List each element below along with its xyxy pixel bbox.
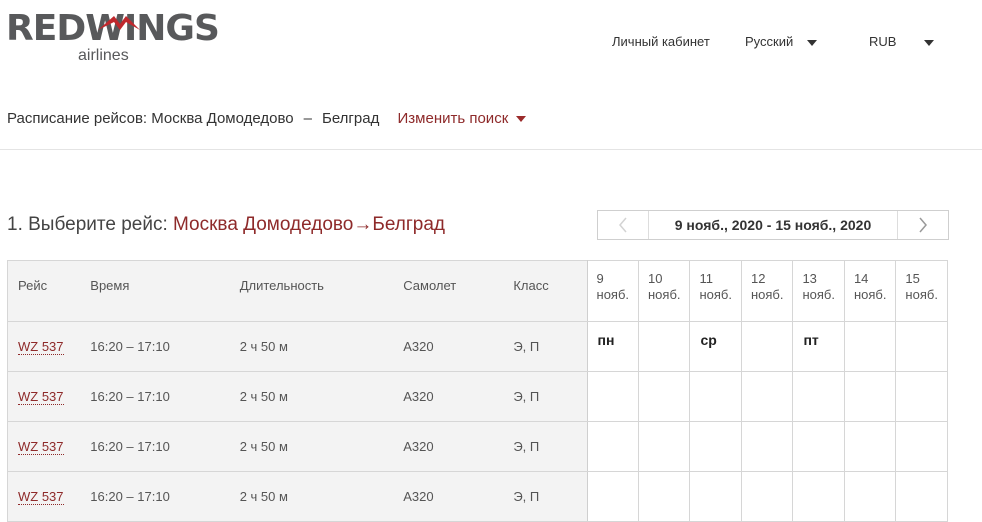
step-label: 1. Выберите рейс:: [7, 214, 168, 235]
header-class: Класс: [513, 260, 588, 322]
next-week-button[interactable]: [897, 211, 948, 239]
header-duration: Длительность: [239, 260, 404, 322]
day-cell[interactable]: [586, 471, 640, 522]
day-cell[interactable]: пн: [586, 321, 640, 372]
flight-number-link[interactable]: WZ 537: [18, 339, 64, 355]
header-day: 14 нояб.: [843, 260, 897, 322]
aircraft-cell: A320: [403, 421, 514, 472]
day-cell[interactable]: [740, 371, 794, 422]
logo-subtitle: airlines: [78, 47, 129, 64]
time-cell: 16:20 – 17:10: [90, 371, 240, 422]
wing-icon: [98, 16, 140, 30]
flight-number-link[interactable]: WZ 537: [18, 439, 64, 455]
class-cell: Э, П: [513, 421, 588, 472]
flight-number-link[interactable]: WZ 537: [18, 489, 64, 505]
time-cell: 16:20 – 17:10: [90, 321, 240, 372]
search-dash: –: [303, 110, 312, 127]
table-header-row: Рейс Время Длительность Самолет Класс 9н…: [7, 260, 948, 322]
header-day: 9 нояб.: [586, 260, 640, 322]
class-cell: Э, П: [513, 321, 588, 372]
search-summary: Расписание рейсов: Москва Домодедово – Бел…: [7, 110, 527, 127]
week-navigator: 9 нояб., 2020 - 15 нояб., 2020: [597, 210, 949, 240]
day-cell[interactable]: [843, 321, 897, 372]
day-cell[interactable]: [689, 421, 742, 472]
chevron-right-icon: [919, 217, 927, 233]
aircraft-cell: A320: [403, 371, 514, 422]
flight-cell[interactable]: WZ 537: [7, 421, 91, 472]
day-cell[interactable]: ср: [689, 321, 742, 372]
day-cell[interactable]: [637, 421, 691, 472]
language-label: Русский: [745, 34, 794, 49]
day-cell[interactable]: [637, 321, 691, 372]
day-cell[interactable]: [637, 371, 691, 422]
table-row[interactable]: WZ 537 16:20 – 17:10 2 ч 50 м A320 Э, П: [7, 471, 948, 522]
week-range: 9 нояб., 2020 - 15 нояб., 2020: [674, 217, 872, 233]
duration-cell: 2 ч 50 м: [239, 321, 404, 372]
day-cell[interactable]: [792, 471, 845, 522]
header-day: 10 нояб.: [637, 260, 691, 322]
day-cell[interactable]: пт: [792, 321, 845, 372]
table-row[interactable]: WZ 537 16:20 – 17:10 2 ч 50 м A320 Э, П: [7, 371, 948, 422]
change-search-button[interactable]: Изменить поиск: [398, 110, 527, 127]
day-cell[interactable]: [689, 471, 742, 522]
time-cell: 16:20 – 17:10: [90, 421, 240, 472]
flight-number-link[interactable]: WZ 537: [18, 389, 64, 405]
day-cell[interactable]: [586, 371, 640, 422]
header-day: 12 нояб.: [740, 260, 794, 322]
day-cell[interactable]: [740, 421, 794, 472]
header-day: 13 нояб.: [792, 260, 845, 322]
search-label: Расписание рейсов:: [7, 110, 148, 127]
table-row[interactable]: WZ 537 16:20 – 17:10 2 ч 50 м A320 Э, П …: [7, 321, 948, 372]
flight-cell[interactable]: WZ 537: [7, 471, 91, 522]
step-title: 1. Выберите рейс: Москва Домодедово→Белг…: [7, 214, 445, 236]
chevron-down-icon: [924, 39, 935, 46]
day-cell[interactable]: [792, 371, 845, 422]
day-cell[interactable]: [586, 421, 640, 472]
header-aircraft: Самолет: [403, 260, 514, 322]
flight-cell[interactable]: WZ 537: [7, 321, 91, 372]
airline-logo[interactable]: REDWINGS airlines: [6, 10, 220, 68]
account-link[interactable]: Личный кабинет: [612, 34, 710, 49]
class-cell: Э, П: [513, 471, 588, 522]
day-cell[interactable]: [792, 421, 845, 472]
account-label: Личный кабинет: [612, 34, 710, 49]
schedule-table: Рейс Время Длительность Самолет Класс 9н…: [7, 260, 948, 522]
duration-cell: 2 ч 50 м: [239, 471, 404, 522]
header-flight: Рейс: [7, 260, 91, 322]
table-row[interactable]: WZ 537 16:20 – 17:10 2 ч 50 м A320 Э, П: [7, 421, 948, 472]
currency-label: RUB: [869, 34, 897, 49]
time-cell: 16:20 – 17:10: [90, 471, 240, 522]
day-cell[interactable]: [843, 471, 897, 522]
day-cell[interactable]: [843, 371, 897, 422]
class-cell: Э, П: [513, 371, 588, 422]
change-search-label: Изменить поиск: [397, 110, 509, 127]
day-cell[interactable]: [689, 371, 742, 422]
day-cell[interactable]: [895, 471, 948, 522]
day-cell[interactable]: [895, 321, 948, 372]
day-cell[interactable]: [843, 421, 897, 472]
duration-cell: 2 ч 50 м: [239, 371, 404, 422]
header-day: 11 нояб.: [689, 260, 742, 322]
day-cell[interactable]: [637, 471, 691, 522]
chevron-down-icon: [516, 116, 527, 123]
day-cell[interactable]: [740, 471, 794, 522]
search-from: Москва Домодедово: [151, 110, 294, 127]
duration-cell: 2 ч 50 м: [239, 421, 404, 472]
day-cell[interactable]: [895, 421, 948, 472]
aircraft-cell: A320: [403, 471, 514, 522]
header-day: 15 нояб.: [895, 260, 948, 322]
header-divider: [0, 149, 982, 150]
header-time: Время: [90, 260, 240, 322]
language-select[interactable]: Русский: [745, 34, 818, 49]
step-route: Москва Домодедово→Белград: [173, 214, 445, 235]
flight-cell[interactable]: WZ 537: [7, 371, 91, 422]
currency-select[interactable]: RUB: [869, 34, 935, 49]
search-to: Белград: [321, 110, 380, 127]
day-cell[interactable]: [740, 321, 794, 372]
chevron-left-icon: [619, 217, 627, 233]
day-cell[interactable]: [895, 371, 948, 422]
chevron-down-icon: [807, 39, 818, 46]
prev-week-button[interactable]: [598, 211, 649, 239]
aircraft-cell: A320: [403, 321, 514, 372]
